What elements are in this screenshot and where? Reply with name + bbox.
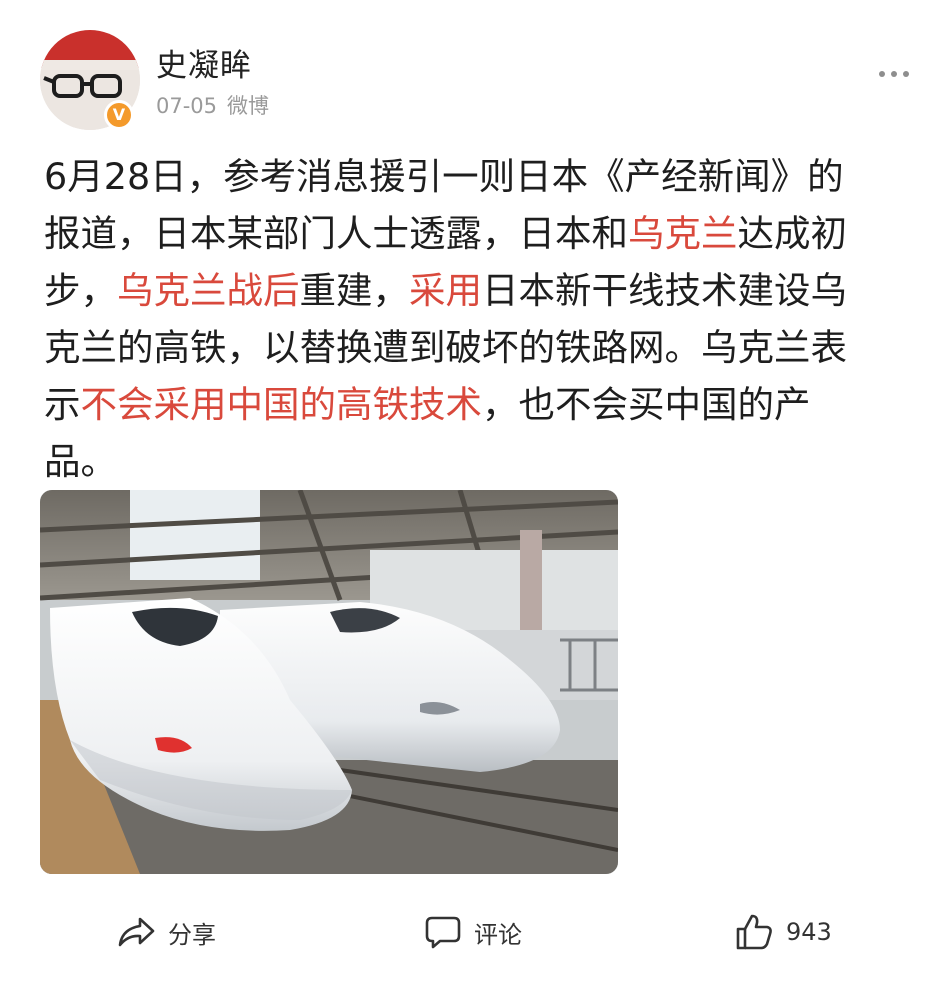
post-text-segment: 克兰的高铁，以替换遭到破坏的铁路网。乌克兰表 — [44, 326, 847, 369]
verified-badge: V — [104, 100, 134, 130]
post-text-segment: 品。 — [44, 440, 117, 483]
author-name[interactable]: 史凝眸 — [156, 40, 252, 85]
post-text-line: 克兰的高铁，以替换遭到破坏的铁路网。乌克兰表 — [44, 319, 914, 376]
post-text-line: 示不会采用中国的高铁技术，也不会买中国的产 — [44, 376, 914, 433]
highlighted-topic-text[interactable]: 乌克兰战后 — [117, 269, 300, 312]
comment-button[interactable]: 评论 — [424, 912, 522, 952]
share-button[interactable]: 分享 — [116, 912, 216, 952]
comment-label: 评论 — [474, 920, 522, 949]
thumbs-up-icon — [736, 914, 772, 950]
post-text-segment: ，也不会买中国的产 — [482, 383, 811, 426]
like-count: 943 — [786, 918, 832, 946]
post-text-line: 6月28日，参考消息援引一则日本《产经新闻》的 — [44, 148, 914, 205]
like-button[interactable]: 943 — [734, 912, 832, 952]
post-text-segment: 步， — [44, 269, 117, 312]
highlighted-topic-text[interactable]: 不会采用中国的高铁技术 — [81, 383, 483, 426]
post-body-text: 6月28日，参考消息援引一则日本《产经新闻》的 报道，日本某部门人士透露，日本和乌… — [44, 148, 914, 490]
post-date: 07-05 — [156, 94, 218, 118]
post-text-line: 品。 — [44, 433, 914, 490]
post-text-segment: 6月28日，参考消息援引一则日本《产经新闻》的 — [44, 155, 844, 198]
post-text-segment: 报道，日本某部门人士透露，日本和 — [44, 212, 628, 255]
comment-bubble-icon — [425, 916, 461, 949]
post-source: 微博 — [227, 94, 270, 118]
highlighted-topic-text[interactable]: 乌克兰 — [628, 212, 738, 255]
share-label: 分享 — [168, 920, 216, 949]
more-dots-icon[interactable] — [876, 64, 912, 84]
post-text-line: 步，乌克兰战后重建，采用日本新干线技术建设乌 — [44, 262, 914, 319]
highlighted-topic-text[interactable]: 采用 — [409, 269, 482, 312]
post-image[interactable] — [40, 490, 618, 874]
post-text-segment: 达成初 — [737, 212, 848, 255]
post-text-segment: 重建， — [299, 269, 410, 312]
post-text-line: 报道，日本某部门人士透露，日本和乌克兰达成初 — [44, 205, 914, 262]
post-text-segment: 日本新干线技术建设乌 — [482, 269, 847, 312]
post-meta: 07-05 微博 — [156, 90, 269, 120]
post-text-segment: 示 — [44, 383, 81, 426]
share-arrow-icon — [118, 917, 155, 947]
